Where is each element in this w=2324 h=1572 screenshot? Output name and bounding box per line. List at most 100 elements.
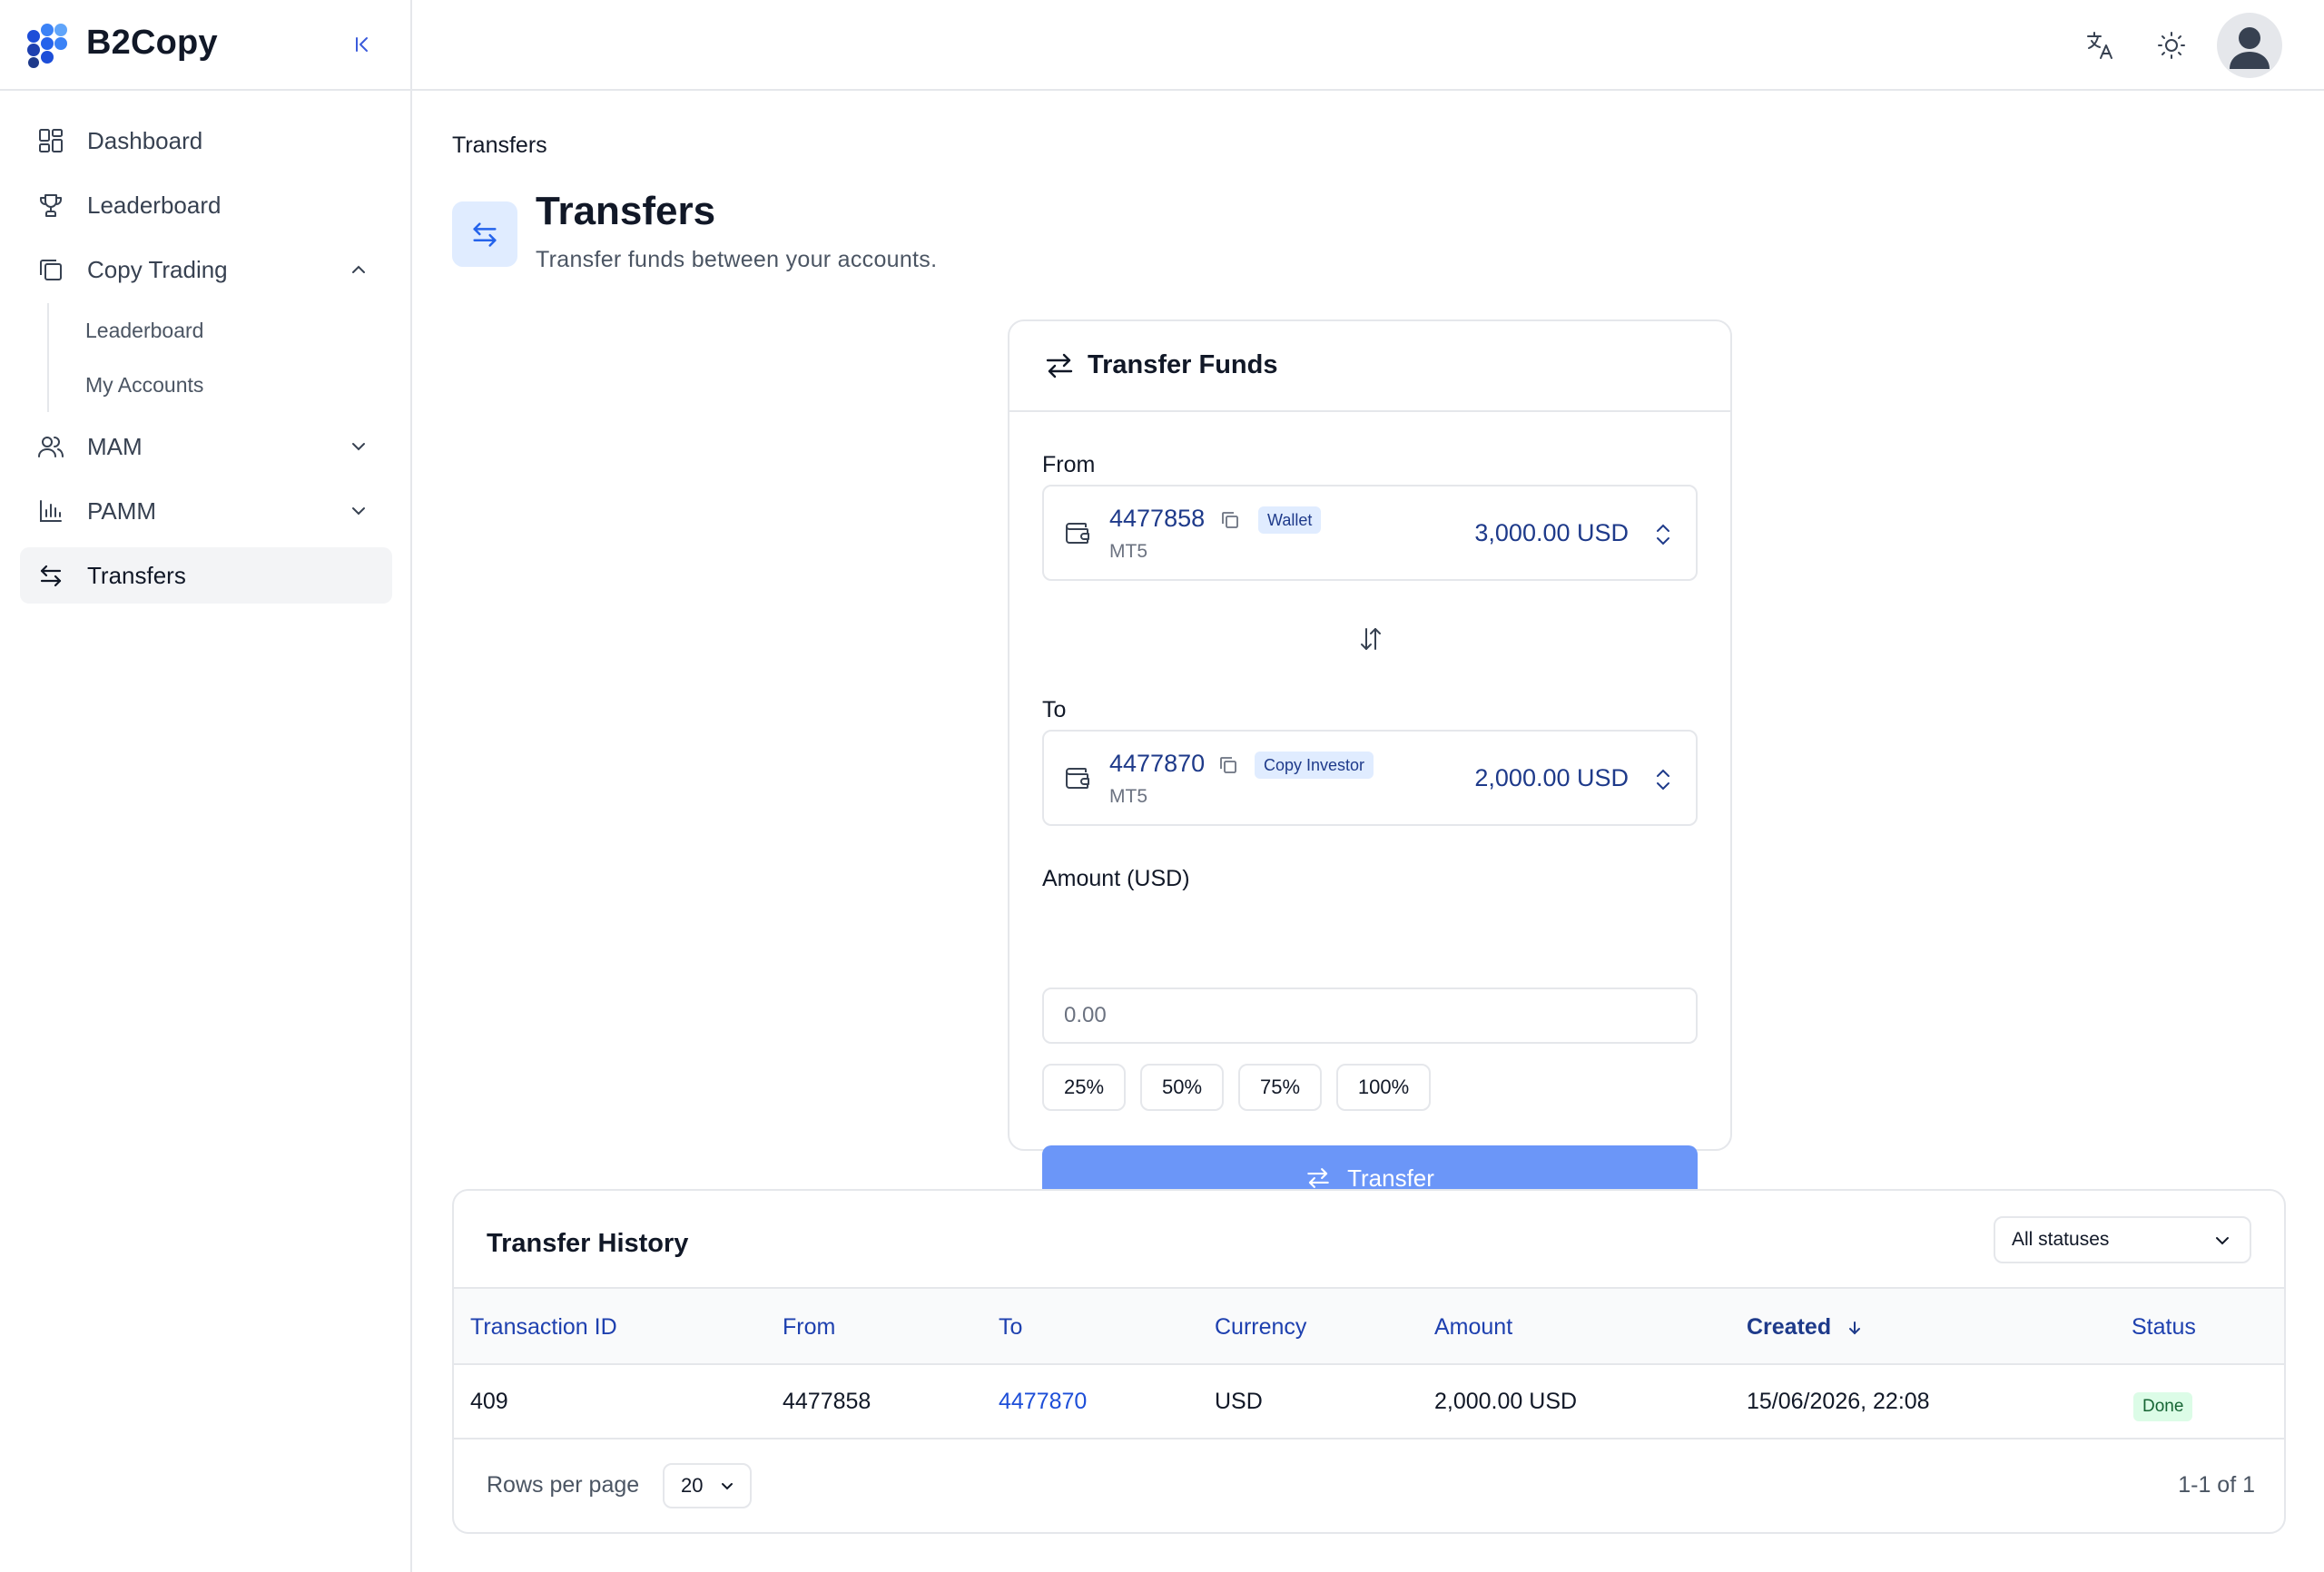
amount-input[interactable] bbox=[1042, 987, 1698, 1044]
rows-per-page-select[interactable]: 20 bbox=[663, 1463, 752, 1508]
pagination-info: 1-1 of 1 bbox=[2178, 1472, 2255, 1498]
column-header-to[interactable]: To bbox=[999, 1314, 1022, 1341]
status-badge: Done bbox=[2133, 1392, 2193, 1421]
chevron-down-icon bbox=[352, 507, 365, 516]
collapse-sidebar-button[interactable] bbox=[349, 31, 376, 58]
dashboard-icon bbox=[36, 126, 65, 155]
user-icon bbox=[2230, 27, 2270, 69]
history-title: Transfer History bbox=[487, 1229, 689, 1258]
users-icon bbox=[36, 432, 65, 461]
transfer-icon bbox=[473, 222, 497, 247]
sidebar-item-label: MAM bbox=[87, 433, 143, 460]
swap-accounts-button[interactable] bbox=[1354, 623, 1387, 655]
top-bar bbox=[412, 0, 2324, 91]
cell-to-link[interactable]: 4477870 bbox=[999, 1389, 1087, 1415]
card-header: Transfer Funds bbox=[1009, 321, 1730, 412]
brand-logo-icon bbox=[27, 24, 67, 68]
from-account-platform: MT5 bbox=[1109, 541, 1147, 562]
sidebar-item-pamm[interactable]: PAMM bbox=[20, 483, 392, 539]
wallet-icon bbox=[1066, 768, 1089, 789]
sidebar-item-transfers[interactable]: Transfers bbox=[20, 547, 392, 604]
language-button[interactable] bbox=[2083, 27, 2119, 64]
cell-from: 4477858 bbox=[783, 1389, 872, 1414]
swap-vertical-icon bbox=[1361, 628, 1381, 650]
page-title: Transfers bbox=[536, 189, 716, 233]
percent-50-button[interactable]: 50% bbox=[1140, 1064, 1224, 1111]
to-label: To bbox=[1042, 697, 1067, 722]
table-header: Transaction ID From To Currency Amount C… bbox=[454, 1287, 2284, 1365]
trophy-icon bbox=[36, 191, 65, 220]
column-header-amount[interactable]: Amount bbox=[1434, 1314, 1512, 1341]
bar-chart-icon bbox=[36, 496, 65, 526]
from-account-select[interactable]: 4477858 Wallet MT5 3,000.00 USD bbox=[1042, 485, 1698, 581]
transfer-history-card: Transfer History All statuses Transactio… bbox=[452, 1189, 2286, 1534]
percent-100-button[interactable]: 100% bbox=[1336, 1064, 1431, 1111]
brand-bar: B2Copy bbox=[0, 0, 410, 91]
transfer-funds-card: Transfer Funds From 4477858 Wallet MT5 3… bbox=[1008, 319, 1732, 1211]
status-filter-select[interactable]: All statuses bbox=[1994, 1216, 2251, 1263]
to-account-balance: 2,000.00 USD bbox=[1474, 764, 1629, 791]
main-content: Transfers Transfers Transfer funds betwe… bbox=[412, 91, 2324, 1572]
sun-icon bbox=[2158, 32, 2185, 59]
swap-horizontal-icon bbox=[1307, 1168, 1329, 1188]
to-account-number: 4477870 bbox=[1109, 750, 1206, 777]
account-type-badge: Copy Investor bbox=[1255, 752, 1374, 779]
amount-label: Amount (USD) bbox=[1042, 866, 1190, 891]
sidebar-item-label: Leaderboard bbox=[87, 192, 222, 219]
column-header-status[interactable]: Status bbox=[2132, 1314, 2196, 1341]
cell-created: 15/06/2026, 22:08 bbox=[1747, 1389, 1930, 1414]
sidebar-item-label: Copy Trading bbox=[87, 256, 228, 283]
chevron-down-icon bbox=[352, 443, 365, 451]
to-account-select[interactable]: 4477870 Copy Investor MT5 2,000.00 USD bbox=[1042, 730, 1698, 826]
transfer-icon bbox=[36, 561, 65, 590]
swap-horizontal-icon bbox=[1046, 353, 1073, 378]
copy-icon[interactable] bbox=[1218, 755, 1238, 775]
column-header-created-label: Created bbox=[1747, 1314, 1832, 1340]
wallet-icon bbox=[1066, 523, 1089, 544]
cell-currency: USD bbox=[1215, 1389, 1263, 1414]
column-header-created[interactable]: Created bbox=[1747, 1314, 1863, 1341]
arrow-down-icon bbox=[1849, 1321, 1861, 1335]
sidebar-item-dashboard[interactable]: Dashboard bbox=[20, 113, 392, 169]
rows-per-page-value: 20 bbox=[681, 1474, 704, 1497]
column-header-from[interactable]: From bbox=[783, 1314, 835, 1341]
chevrons-up-down-icon bbox=[1657, 769, 1669, 791]
brand-name: B2Copy bbox=[86, 24, 218, 62]
column-header-transaction-id[interactable]: Transaction ID bbox=[470, 1314, 617, 1341]
sidebar: B2Copy Dashboard Leaderboard Copy Tradin… bbox=[0, 0, 412, 1572]
app-root: B2Copy Dashboard Leaderboard Copy Tradin… bbox=[0, 0, 2324, 1572]
rows-per-page-label: Rows per page bbox=[487, 1472, 640, 1498]
copy-icon[interactable] bbox=[1220, 510, 1240, 530]
sidebar-item-label: PAMM bbox=[87, 497, 157, 525]
page-icon bbox=[452, 201, 517, 267]
percent-25-button[interactable]: 25% bbox=[1042, 1064, 1126, 1111]
table-footer: Rows per page 20 1-1 of 1 bbox=[454, 1441, 2284, 1532]
sidebar-item-label: Dashboard bbox=[87, 127, 203, 154]
transfer-button-label: Transfer bbox=[1347, 1164, 1434, 1192]
column-header-currency[interactable]: Currency bbox=[1215, 1314, 1306, 1341]
user-avatar[interactable] bbox=[2217, 13, 2282, 78]
cell-amount: 2,000.00 USD bbox=[1434, 1389, 1578, 1414]
translate-icon bbox=[2087, 32, 2112, 59]
subnav-guide-line bbox=[47, 303, 49, 412]
breadcrumb[interactable]: Transfers bbox=[452, 133, 547, 159]
sidebar-item-leaderboard[interactable]: Leaderboard bbox=[20, 177, 392, 233]
sidebar-subitem-leaderboard[interactable]: Leaderboard bbox=[65, 309, 392, 352]
status-filter-value: All statuses bbox=[2012, 1229, 2110, 1250]
from-label: From bbox=[1042, 452, 1096, 477]
to-account-platform: MT5 bbox=[1109, 786, 1147, 807]
from-account-number: 4477858 bbox=[1109, 505, 1206, 532]
page-subtitle: Transfer funds between your accounts. bbox=[536, 247, 938, 272]
cell-transaction-id: 409 bbox=[470, 1389, 508, 1414]
chevrons-up-down-icon bbox=[1657, 524, 1669, 545]
chevron-down-icon bbox=[722, 1483, 733, 1490]
theme-toggle-button[interactable] bbox=[2153, 27, 2190, 64]
sidebar-subitem-my-accounts[interactable]: My Accounts bbox=[65, 363, 392, 407]
percent-75-button[interactable]: 75% bbox=[1238, 1064, 1322, 1111]
copy-icon bbox=[36, 255, 65, 284]
sidebar-item-mam[interactable]: MAM bbox=[20, 418, 392, 475]
chevron-up-icon bbox=[352, 265, 365, 273]
table-row: 409 4477858 4477870 USD 2,000.00 USD 15/… bbox=[454, 1365, 2284, 1439]
from-account-balance: 3,000.00 USD bbox=[1474, 519, 1629, 546]
sidebar-item-copy-trading[interactable]: Copy Trading bbox=[20, 241, 392, 298]
